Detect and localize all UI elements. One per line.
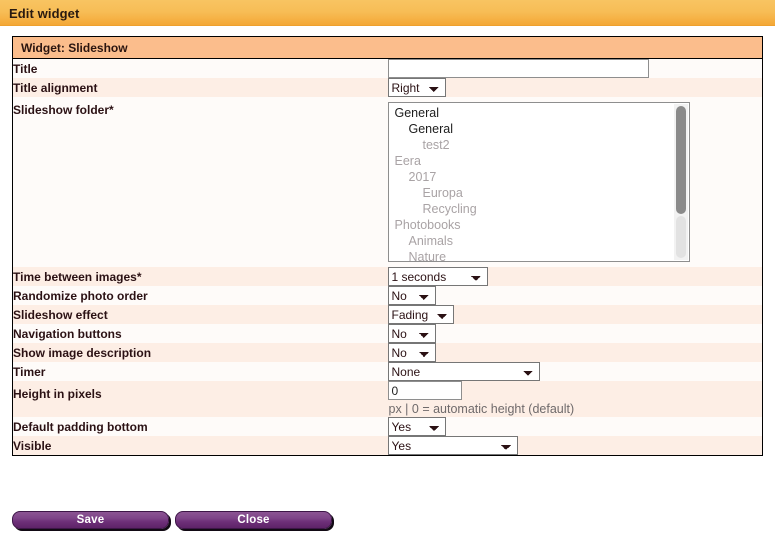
- folder-option[interactable]: General: [389, 105, 689, 121]
- show-image-description-select[interactable]: No: [387, 343, 436, 362]
- table-row: Timer None: [12, 362, 763, 381]
- label-time-between-images: Time between images*: [12, 267, 388, 286]
- table-row: Visible Yes: [12, 436, 763, 456]
- label-default-padding-bottom: Default padding bottom: [12, 417, 388, 436]
- height-in-pixels-input[interactable]: [387, 381, 462, 400]
- folder-option: Nature: [408, 250, 447, 262]
- timer-select[interactable]: None: [387, 362, 540, 381]
- visible-select[interactable]: Yes: [387, 436, 518, 455]
- folder-option: Recycling: [422, 202, 477, 216]
- listbox-scrollbar[interactable]: [673, 104, 688, 260]
- randomize-photo-order-select[interactable]: No: [387, 286, 436, 305]
- label-slideshow-folder: Slideshow folder*: [12, 97, 388, 267]
- height-hint-text: px | 0 = automatic height (default): [388, 402, 575, 416]
- label-timer: Timer: [12, 362, 388, 381]
- folder-option: Photobooks: [394, 218, 461, 232]
- label-title-alignment: Title alignment: [12, 78, 388, 97]
- label-visible: Visible: [12, 436, 388, 456]
- page-title: Edit widget: [9, 5, 80, 21]
- table-section-header: Widget: Slideshow: [12, 36, 763, 59]
- table-row: Randomize photo order No: [12, 286, 763, 305]
- folder-option: Eera: [394, 154, 421, 168]
- close-button[interactable]: Close: [175, 511, 332, 529]
- table-row: Navigation buttons No: [12, 324, 763, 343]
- table-row: Title: [12, 58, 763, 78]
- label-title: Title: [12, 58, 388, 78]
- folder-option: Europa: [422, 186, 463, 200]
- label-randomize-photo-order: Randomize photo order: [12, 286, 388, 305]
- default-padding-bottom-select[interactable]: Yes: [387, 417, 446, 436]
- time-between-images-select[interactable]: 1 seconds: [387, 267, 488, 286]
- table-row: Show image description No: [12, 343, 763, 362]
- folder-option: 2017: [408, 170, 437, 184]
- widget-form-container: Widget: Slideshow Title Title alignment …: [0, 26, 775, 456]
- table-row: Slideshow effect Fading: [12, 305, 763, 324]
- label-height-in-pixels: Height in pixels: [12, 381, 388, 417]
- scrollbar-thumb[interactable]: [675, 106, 686, 214]
- slideshow-effect-select[interactable]: Fading: [387, 305, 454, 324]
- label-navigation-buttons: Navigation buttons: [12, 324, 388, 343]
- table-row: Height in pixels px | 0 = automatic heig…: [12, 381, 763, 417]
- page-header: Edit widget: [0, 0, 775, 26]
- slideshow-folder-listbox[interactable]: General General test2 Eera 2017 Europa Recycli…: [387, 102, 690, 262]
- title-input[interactable]: [387, 59, 649, 78]
- table-row: Slideshow folder* General General test2 Eer…: [12, 97, 763, 267]
- folder-option[interactable]: General: [389, 121, 689, 137]
- widget-settings-table: Widget: Slideshow Title Title alignment …: [12, 36, 763, 456]
- folder-option: Animals: [408, 234, 453, 248]
- folder-option: test2: [422, 138, 450, 152]
- table-row: Default padding bottom Yes: [12, 417, 763, 436]
- dialog-button-bar: Save Close: [12, 511, 332, 529]
- table-row: Title alignment Right: [12, 78, 763, 97]
- navigation-buttons-select[interactable]: No: [387, 324, 436, 343]
- title-alignment-select[interactable]: Right: [387, 78, 446, 97]
- section-title: Widget: Slideshow: [12, 36, 763, 59]
- save-button[interactable]: Save: [12, 511, 169, 529]
- scrollbar-track[interactable]: [675, 216, 686, 258]
- label-slideshow-effect: Slideshow effect: [12, 305, 388, 324]
- label-show-image-description: Show image description: [12, 343, 388, 362]
- table-row: Time between images* 1 seconds: [12, 267, 763, 286]
